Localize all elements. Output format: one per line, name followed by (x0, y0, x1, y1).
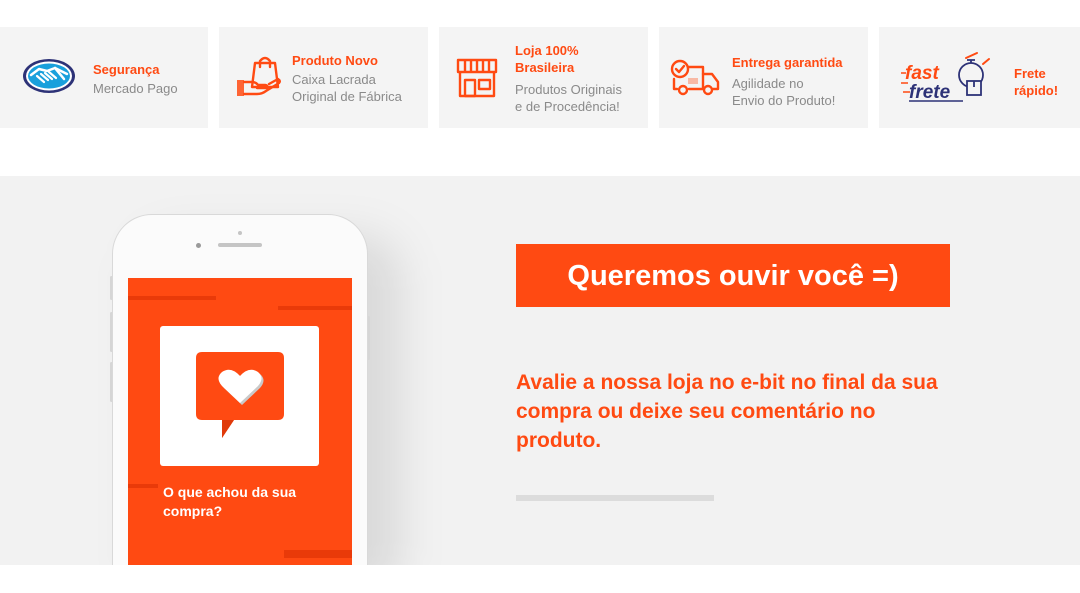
fast-frete-logo: fast frete (901, 51, 993, 112)
delivery-truck-icon (669, 59, 721, 102)
screen-decor-stripe (278, 306, 352, 310)
feature-title: Entrega garantida (732, 55, 843, 70)
feature-title: Segurança (93, 62, 160, 77)
divider-bar (516, 495, 714, 501)
shopping-bag-hand-icon (235, 53, 283, 106)
feature-desc: Mercado Pago (93, 81, 178, 96)
feature-title-line-2: rápido! (1014, 83, 1059, 98)
feedback-promo-section: O que achou da sua compra? Queremos ouvi… (0, 176, 1080, 565)
feature-desc-line-1: Agilidade no (732, 76, 804, 91)
frete-logo-word: frete (909, 82, 951, 103)
screen-decor-stripe (128, 296, 216, 300)
headline: Queremos ouvir você =) (567, 259, 899, 292)
phone-camera (196, 243, 201, 248)
phone-speaker (218, 243, 262, 247)
phone-screen-question: O que achou da sua compra? (163, 484, 297, 519)
screen-decor-stripe (128, 484, 158, 488)
feature-new-product: Produto Novo Caixa Lacrada Original de F… (219, 27, 428, 128)
screen-decor-stripe (284, 550, 352, 558)
storefront-icon (455, 57, 499, 104)
feature-desc-line-1: Produtos Originais (515, 82, 622, 97)
feature-title-line-1: Frete (1014, 66, 1046, 81)
feature-title-line-2: Brasileira (515, 60, 575, 75)
feature-desc-line-1: Caixa Lacrada (292, 72, 376, 87)
feature-desc-line-2: Envio do Produto! (732, 93, 836, 108)
fast-logo-word: fast (905, 63, 939, 84)
heart-speech-bubble-icon (192, 348, 288, 453)
feature-title: Produto Novo (292, 53, 378, 68)
phone-sensor (238, 231, 242, 235)
feature-desc-line-2: e de Procedência! (515, 99, 620, 114)
promo-body-text: Avalie a nossa loja no e-bit no final da… (516, 371, 938, 452)
phone-screen: O que achou da sua compra? (128, 278, 352, 565)
handshake-icon (22, 57, 76, 100)
feature-strip: Segurança Mercado Pago Produto Novo Caix… (0, 27, 1080, 128)
feature-fast-shipping: fast frete Frete rápido! (879, 27, 1080, 128)
feature-title-line-1: Loja 100% (515, 43, 579, 58)
feature-brazilian-store: Loja 100% Brasileira Produtos Originais … (439, 27, 648, 128)
feature-guaranteed-delivery: Entrega garantida Agilidade no Envio do … (659, 27, 868, 128)
feedback-card (160, 326, 319, 466)
headline-banner: Queremos ouvir você =) (516, 244, 950, 307)
feature-security: Segurança Mercado Pago (0, 27, 208, 128)
feature-desc-line-2: Original de Fábrica (292, 89, 402, 104)
